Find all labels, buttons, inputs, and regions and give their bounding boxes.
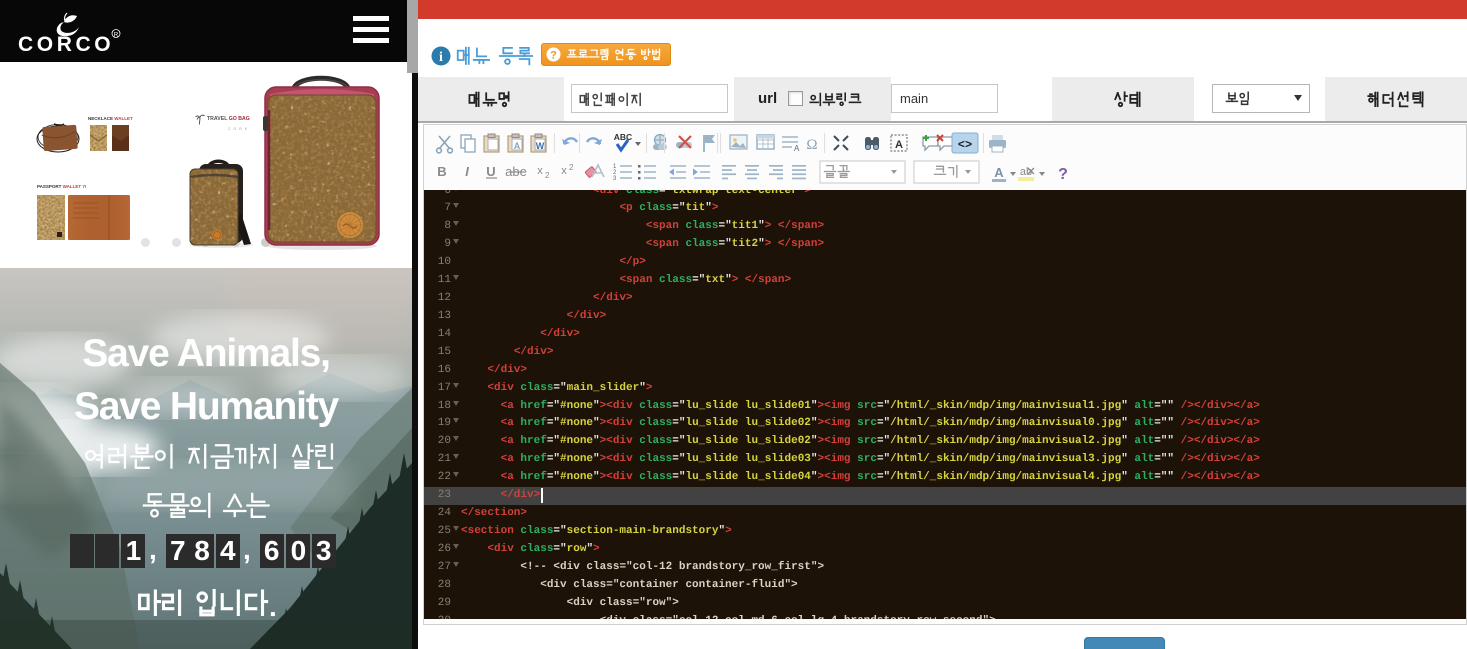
svg-text:2: 2 bbox=[545, 171, 550, 180]
svg-text:CORCO: CORCO bbox=[18, 33, 114, 55]
svg-text:3: 3 bbox=[613, 176, 617, 182]
svg-text:W: W bbox=[536, 141, 545, 151]
svg-text:<>: <> bbox=[958, 138, 972, 152]
svg-text:I: I bbox=[465, 164, 469, 179]
svg-text:i: i bbox=[439, 50, 443, 65]
svg-text:?: ? bbox=[1058, 166, 1068, 183]
svg-text:U: U bbox=[486, 164, 495, 179]
svg-text:Ω: Ω bbox=[806, 137, 817, 153]
svg-text:A: A bbox=[895, 139, 903, 151]
svg-text:R: R bbox=[114, 32, 119, 38]
svg-text:ABC: ABC bbox=[614, 132, 632, 142]
svg-text:B: B bbox=[437, 164, 446, 179]
svg-text:x: x bbox=[561, 165, 567, 177]
svg-text:A: A bbox=[514, 141, 521, 151]
svg-text:A: A bbox=[794, 144, 800, 153]
svg-text:2: 2 bbox=[569, 163, 574, 172]
svg-text:?: ? bbox=[550, 50, 557, 62]
svg-text:A: A bbox=[994, 165, 1004, 180]
svg-text:x: x bbox=[537, 165, 543, 177]
